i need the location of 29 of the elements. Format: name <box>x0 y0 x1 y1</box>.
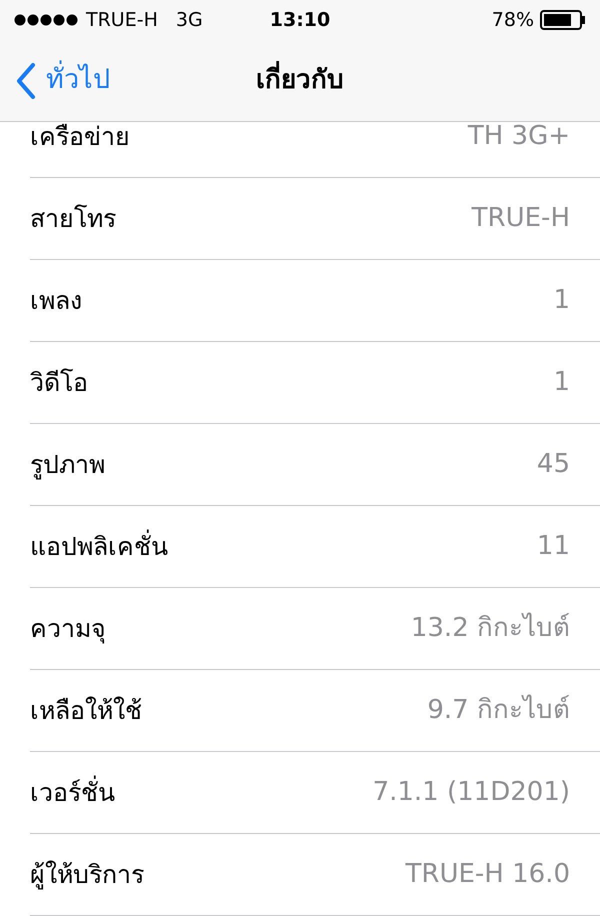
chevron-left-icon <box>16 62 36 98</box>
page-title: เกี่ยวกับ <box>256 61 344 100</box>
row-value: 9.7 กิกะไบต์ <box>427 694 570 727</box>
row-label: แอปพลิเคชั่น <box>30 528 168 563</box>
network-type: 3G <box>176 8 203 33</box>
row-label: สายโทร <box>30 202 116 235</box>
row-label: รูปภาพ <box>30 448 105 482</box>
carrier-name: TRUE-H <box>86 8 158 33</box>
row-label: วิดีโอ <box>30 366 88 399</box>
row-value: 13.2 กิกะไบต์ <box>410 612 570 645</box>
row-value: 1 <box>553 284 570 317</box>
clock: 13:10 <box>270 8 330 33</box>
row-label: เพลง <box>30 284 82 317</box>
battery-icon <box>540 10 586 30</box>
row-value: TRUE-H <box>472 202 570 235</box>
row-label: เครือข่าย <box>30 122 130 153</box>
row-value: 1 <box>553 366 570 399</box>
row-label: เวอร์ชั่น <box>30 774 115 809</box>
signal-icon <box>14 14 78 26</box>
row-value: 11 <box>536 530 570 563</box>
row-value: 7.1.1 (11D201) <box>372 776 570 809</box>
battery-percent: 78% <box>492 8 534 33</box>
row-value: TRUE-H 16.0 <box>406 858 570 891</box>
back-button[interactable]: ทั่วไป <box>0 60 110 101</box>
row-label: ผู้ให้บริการ <box>30 858 144 892</box>
row-label: เหลือให้ใช้ <box>30 694 142 727</box>
row-value: 45 <box>536 448 570 481</box>
row-value: TH 3G+ <box>468 122 570 153</box>
row-label: ความจุ <box>30 612 106 646</box>
